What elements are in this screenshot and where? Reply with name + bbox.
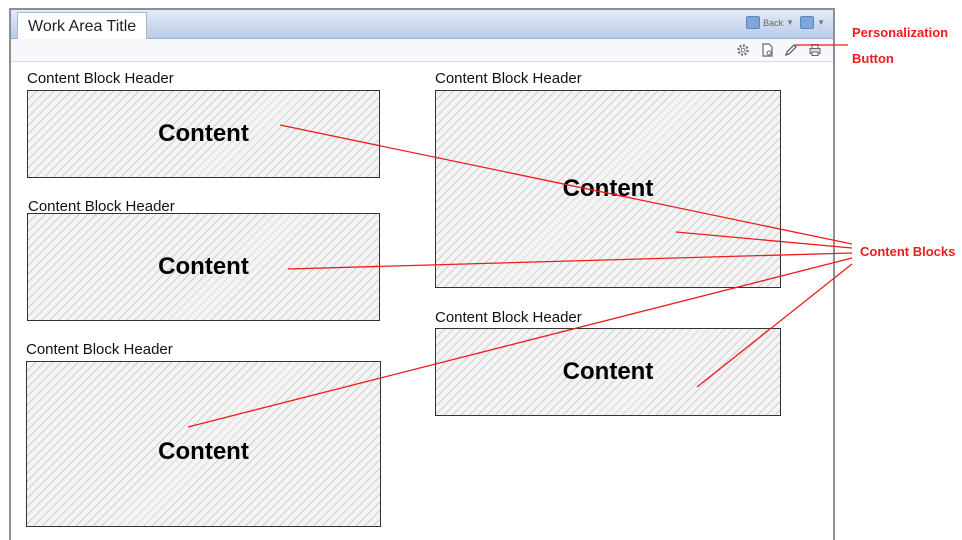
- chevron-down-icon: ▼: [786, 18, 795, 27]
- content-blocks-annotation: Content Blocks: [860, 244, 956, 259]
- chevron-down-icon: ▼: [817, 18, 825, 27]
- content-block: Content: [435, 328, 781, 416]
- content-block-content: Content: [562, 175, 654, 202]
- work-area-toolbar: [11, 39, 833, 62]
- window-icon: [800, 16, 815, 29]
- back-label: Back: [763, 17, 784, 28]
- personalization-annotation: Personalization: [852, 25, 949, 40]
- content-block-header: Content Block Header: [27, 70, 174, 87]
- back-button[interactable]: Back ▼: [746, 16, 794, 29]
- content-block-content: Content: [158, 438, 249, 465]
- printer-icon[interactable]: [807, 42, 823, 58]
- back-icon: [746, 16, 761, 29]
- content-block: Content: [435, 90, 781, 288]
- work-area-titlebar: Work Area Title Back ▼ ▼: [11, 10, 833, 41]
- content-block: Content: [27, 90, 380, 178]
- work-area-title: Work Area Title: [17, 12, 148, 41]
- gear-icon[interactable]: [735, 42, 751, 58]
- content-block-content: Content: [562, 358, 654, 385]
- content-block: Content: [27, 213, 380, 321]
- content-block-header: Content Block Header: [435, 70, 582, 87]
- content-block: Content: [26, 361, 381, 527]
- content-block-header: Content Block Header: [435, 309, 582, 326]
- content-block-content: Content: [158, 120, 249, 147]
- page-icon[interactable]: [759, 42, 775, 58]
- content-block-header: Content Block Header: [26, 341, 173, 358]
- pencil-icon[interactable]: [783, 42, 799, 58]
- titlebar-controls: Back ▼ ▼: [746, 16, 825, 29]
- toolbar-icons: [735, 42, 823, 58]
- view-button[interactable]: ▼: [800, 16, 825, 29]
- personalization-annotation-line2: Button: [852, 51, 894, 66]
- content-block-content: Content: [158, 253, 249, 280]
